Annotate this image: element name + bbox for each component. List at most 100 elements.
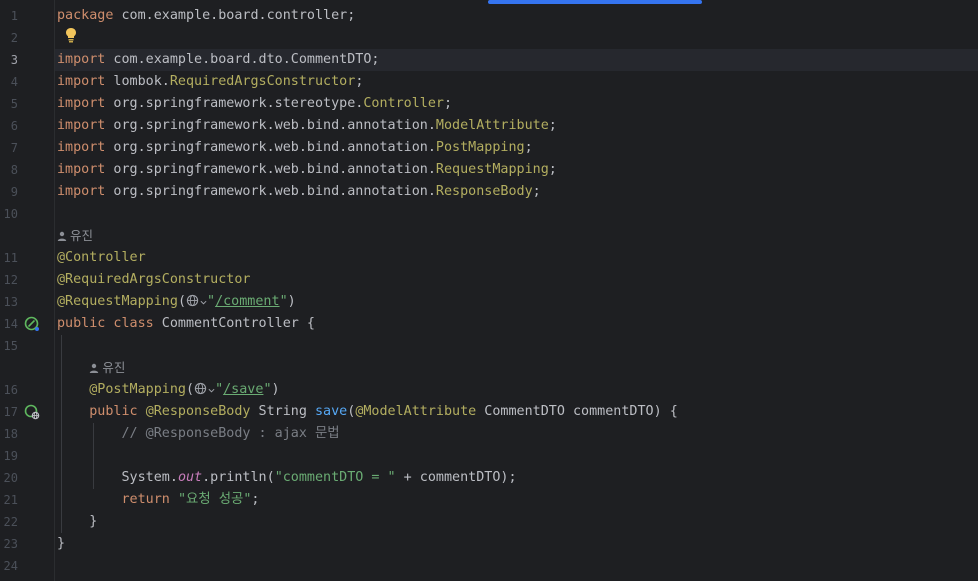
code-line: public class CommentController {	[55, 313, 978, 335]
code-line-text: System.out.println("commentDTO = " + com…	[57, 467, 517, 489]
line-number: 8	[10, 163, 18, 177]
code-line-text: @RequiredArgsConstructor	[57, 269, 250, 291]
code-token: out	[177, 470, 203, 485]
code-token: ResponseBody	[435, 184, 533, 199]
author-inlay-hint[interactable]: 유진	[55, 225, 978, 247]
code-token: import	[57, 184, 106, 199]
globe-icon[interactable]	[194, 381, 215, 403]
line-number: 20	[3, 471, 18, 485]
code-token: ModelAttribute	[435, 118, 549, 133]
url-link[interactable]: /save	[223, 382, 263, 397]
line-number: 15	[3, 339, 18, 353]
code-token: import	[57, 96, 106, 111]
code-token: }	[57, 514, 98, 529]
indent-guide	[93, 423, 95, 489]
code-line: }	[55, 533, 978, 555]
code-token: }	[57, 536, 66, 551]
code-area[interactable]: package com.example.board.controller; imp…	[55, 0, 978, 581]
code-token: org.springframework.web.bind.annotation.	[105, 140, 436, 155]
endpoint-icon[interactable]	[24, 404, 40, 424]
line-number: 18	[3, 427, 18, 441]
line-number: 24	[3, 559, 18, 573]
globe-icon[interactable]	[186, 293, 207, 315]
line-number: 11	[3, 251, 18, 265]
code-token: ;	[548, 162, 557, 177]
line-number: 10	[3, 207, 18, 221]
code-line-text: import org.springframework.web.bind.anno…	[57, 181, 541, 203]
code-line: System.out.println("commentDTO = " + com…	[55, 467, 978, 489]
code-line: public @ResponseBody String save(@ModelA…	[55, 401, 978, 423]
line-number: 12	[3, 273, 18, 287]
code-line-text: import org.springframework.web.bind.anno…	[57, 137, 533, 159]
code-token: .println(	[202, 470, 275, 485]
code-line-text: import com.example.board.dto.CommentDTO;	[57, 49, 379, 71]
line-number: 22	[3, 515, 18, 529]
person-icon	[89, 361, 102, 376]
code-token: import	[57, 74, 106, 89]
author-inlay-hint[interactable]: 유진	[55, 357, 978, 379]
code-line-text: public @ResponseBody String save(@ModelA…	[57, 401, 678, 423]
url-link[interactable]: /comment	[215, 294, 280, 309]
code-token: import	[57, 162, 106, 177]
code-token: + commentDTO);	[395, 470, 517, 485]
code-line: @RequestMapping("/comment")	[55, 291, 978, 313]
code-line-text: public class CommentController {	[57, 313, 315, 335]
code-token: public class	[57, 316, 154, 331]
code-line: @RequiredArgsConstructor	[55, 269, 978, 291]
line-number: 5	[10, 97, 18, 111]
code-token: import	[57, 118, 106, 133]
code-line: @PostMapping("/save")	[55, 379, 978, 401]
code-token: "commentDTO = "	[274, 470, 396, 485]
spring-bean-icon[interactable]	[24, 316, 40, 336]
code-token: ;	[443, 96, 453, 111]
code-token: @ResponseBody	[145, 404, 251, 419]
code-line-text: }	[57, 533, 65, 555]
code-token: CommentDTO commentDTO) {	[476, 404, 678, 419]
code-token: ;	[532, 184, 541, 199]
code-line: return "요청 성공";	[55, 489, 978, 511]
code-token: org.springframework.web.bind.annotation.	[105, 184, 436, 199]
code-token: PostMapping	[435, 140, 525, 155]
code-token: @RequiredArgsConstructor	[57, 272, 251, 287]
code-token: org.springframework.stereotype.	[105, 96, 364, 111]
code-token: ;	[251, 492, 260, 507]
code-line: import org.springframework.stereotype.Co…	[55, 93, 978, 115]
code-token: return	[121, 492, 170, 507]
line-number: 14	[3, 317, 18, 331]
code-token: import	[57, 140, 106, 155]
code-token: org.springframework.web.bind.annotation.	[105, 118, 436, 133]
code-line-text: package com.example.board.controller;	[57, 5, 355, 27]
line-number: 17	[3, 405, 18, 419]
code-line: }	[55, 511, 978, 533]
line-number: 6	[10, 119, 18, 133]
person-icon	[57, 229, 70, 244]
code-editor[interactable]: package com.example.board.controller; imp…	[0, 0, 978, 581]
lightbulb-icon[interactable]	[64, 27, 78, 43]
line-number: 9	[10, 185, 18, 199]
code-line-text: 유진	[89, 357, 125, 380]
code-token: )	[287, 294, 296, 309]
code-token: com.example.board.dto.CommentDTO;	[105, 52, 380, 67]
code-line: import org.springframework.web.bind.anno…	[55, 137, 978, 159]
line-number: 1	[10, 9, 18, 23]
line-number: 2	[10, 31, 18, 45]
code-line-text: @Controller	[57, 247, 146, 269]
code-line: import com.example.board.dto.CommentDTO;	[55, 49, 978, 71]
code-token: (	[177, 294, 186, 309]
code-line-text: import org.springframework.stereotype.Co…	[57, 93, 452, 115]
code-token: // @ResponseBody : ajax 문법	[121, 426, 340, 441]
code-token: ;	[548, 118, 557, 133]
code-line-text: import org.springframework.web.bind.anno…	[57, 115, 557, 137]
code-token: com.example.board.controller;	[113, 8, 356, 23]
code-line: import org.springframework.web.bind.anno…	[55, 159, 978, 181]
code-token: @RequestMapping	[57, 294, 178, 309]
code-token: RequiredArgsConstructor	[169, 74, 356, 89]
code-token: @PostMapping	[89, 382, 186, 397]
author-name: 유진	[70, 228, 94, 243]
